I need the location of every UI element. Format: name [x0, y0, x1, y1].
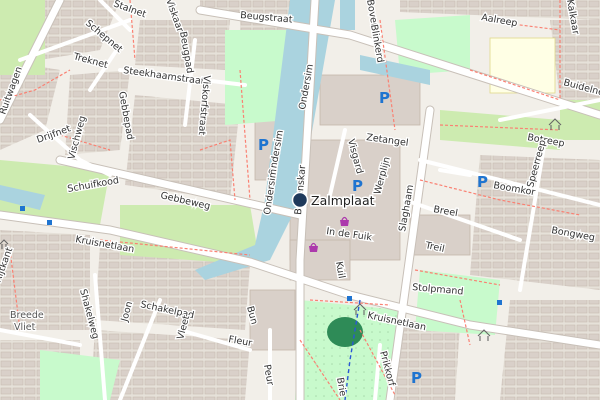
district-label: Vliet [14, 322, 36, 333]
place-label: Zalmplaat [311, 193, 375, 208]
parking-icon: P [477, 173, 488, 191]
parking-icon: P [379, 89, 390, 107]
location-marker-dot[interactable] [291, 191, 309, 209]
parking-icon: P [258, 136, 269, 154]
district-label: Breede [10, 310, 44, 321]
map-canvas[interactable]: P P P P P Stalnet Viskaar Beugstraat Bov… [0, 0, 600, 400]
location-marker[interactable]: Zalmplaat [291, 191, 376, 210]
map-viewport[interactable]: P P P P P Stalnet Viskaar Beugstraat Bov… [0, 0, 600, 400]
parking-icon: P [411, 369, 422, 387]
